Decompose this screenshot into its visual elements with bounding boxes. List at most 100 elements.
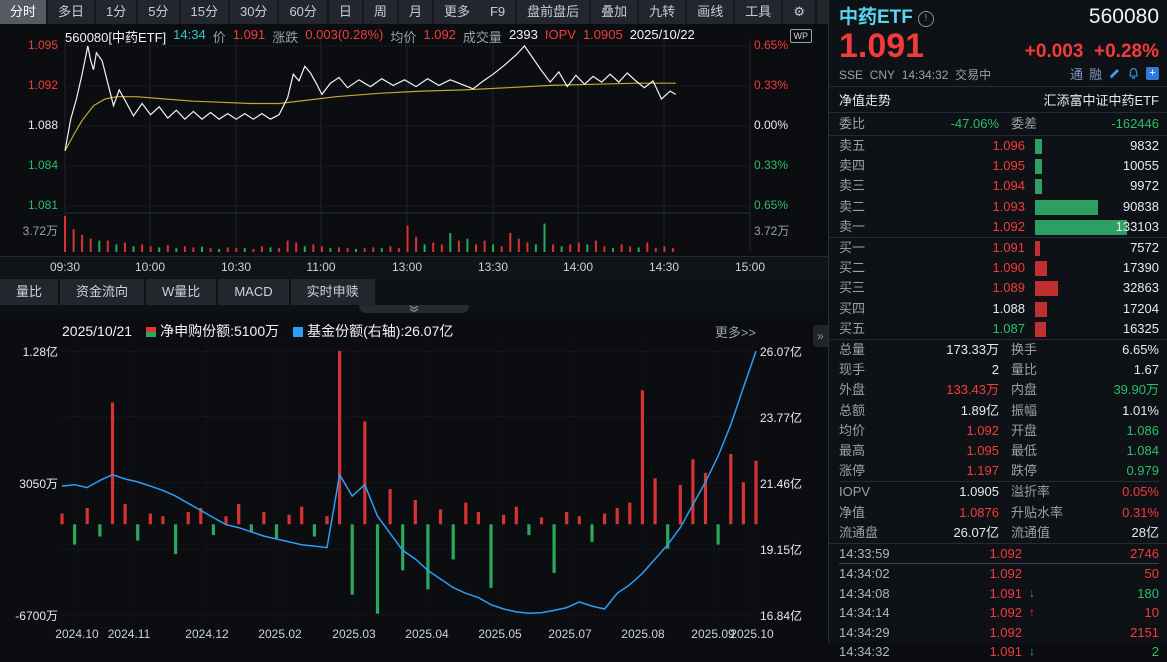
volume-axis-label: 3.72万 <box>754 222 789 239</box>
nav-row[interactable]: 净值走势 汇添富中证中药ETF <box>829 87 1167 113</box>
pencil-icon[interactable] <box>1108 67 1121 80</box>
toolbar-tab-更多[interactable]: 更多 <box>434 0 480 24</box>
commission-ratio-row: 委比 -47.06% 委差 -162446 <box>829 113 1167 136</box>
order-book-row-买三[interactable]: 买三1.08932863 <box>839 278 1159 298</box>
toolbar-item-F9[interactable]: F9 <box>480 0 515 24</box>
toolbar-tab-周[interactable]: 周 <box>364 0 397 24</box>
stat-row-净值: 净值1.0876升贴水率0.31% <box>839 503 1159 523</box>
tab-量比[interactable]: 量比 <box>0 279 58 305</box>
toolbar-tab-60分[interactable]: 60分 <box>279 0 326 24</box>
lower-chart-right-label: 21.46亿 <box>760 475 802 492</box>
lower-chart-right-label: 26.07亿 <box>760 343 802 360</box>
stat-value: 1.0905 <box>895 482 999 502</box>
toolbar-tab-日[interactable]: 日 <box>329 0 362 24</box>
order-book-buys: 买一1.0917572买二1.09017390买三1.08932863买四1.0… <box>829 237 1167 339</box>
stat-label: IOPV <box>839 482 895 502</box>
tab-资金流向[interactable]: 资金流向 <box>60 279 144 305</box>
toolbar-tab-1分[interactable]: 1分 <box>96 0 136 24</box>
tick-row[interactable]: 14:34:291.0922151 <box>839 623 1159 642</box>
month-label: 2025.08 <box>621 627 664 641</box>
info-icon[interactable]: ! <box>918 11 934 27</box>
toolbar-item-九转[interactable]: 九转 <box>639 0 685 24</box>
more-link[interactable]: 更多>> <box>715 322 756 341</box>
settings-gear-icon[interactable]: ⚙ <box>783 0 815 24</box>
tick-price: 1.092 <box>919 623 1022 642</box>
stat-value: 1.67 <box>1075 360 1159 380</box>
tick-time: 14:34:29 <box>839 623 919 642</box>
book-price: 1.090 <box>895 258 1025 278</box>
quote-header: 中药ETF! 560080 1.091 +0.003 +0.28% SSE CN… <box>829 0 1167 87</box>
time-tick-label: 15:00 <box>735 260 765 274</box>
add-icon[interactable]: + <box>1146 67 1159 80</box>
tick-row[interactable]: 14:34:141.092↑10 <box>839 603 1159 622</box>
fund-flow-chart[interactable]: 2025/10/21 净申购份额:5100万 基金份额(右轴):26.07亿 更… <box>0 313 828 643</box>
tab-实时申赎[interactable]: 实时申赎 <box>291 279 375 305</box>
book-level-label: 买一 <box>839 238 895 258</box>
stat-label: 升贴水率 <box>999 503 1075 523</box>
tick-direction-icon <box>1022 623 1042 642</box>
stat-value: 173.33万 <box>895 340 999 360</box>
toolbar-tab-30分[interactable]: 30分 <box>230 0 277 24</box>
change-label: 涨跌 <box>272 27 298 46</box>
order-book-row-买一[interactable]: 买一1.0917572 <box>839 238 1159 258</box>
main-chart-y-label: 1.081 <box>0 198 58 212</box>
tab-MACD[interactable]: MACD <box>218 279 288 305</box>
book-price: 1.096 <box>895 136 1025 156</box>
collapse-handle[interactable] <box>359 305 469 313</box>
book-volume: 90838 <box>1025 197 1159 217</box>
stat-row-总额: 总额1.89亿振幅1.01% <box>839 401 1159 421</box>
margin-badge-rong: 融 <box>1089 64 1102 83</box>
stat-value: 26.07亿 <box>895 523 999 543</box>
stat-label: 振幅 <box>999 401 1075 421</box>
order-book-row-买四[interactable]: 买四1.08817204 <box>839 299 1159 319</box>
time-tick-label: 10:00 <box>135 260 165 274</box>
toolbar-item-盘前盘后[interactable]: 盘前盘后 <box>517 0 589 24</box>
order-book-row-卖四[interactable]: 卖四1.09510055 <box>839 156 1159 176</box>
exchange-status: SSE CNY 14:34:32 交易中 <box>839 66 991 83</box>
indicator-tabs-row: 量比资金流向W量比MACD实时申赎 <box>0 279 828 313</box>
stat-label: 总额 <box>839 401 895 421</box>
order-book-row-卖五[interactable]: 卖五1.0969832 <box>839 136 1159 156</box>
lower-chart-right-label: 23.77亿 <box>760 409 802 426</box>
panel-expand-handle[interactable]: » <box>813 325 828 347</box>
book-volume: 17204 <box>1025 299 1159 319</box>
order-book-row-卖三[interactable]: 卖三1.0949972 <box>839 176 1159 196</box>
order-book-row-买五[interactable]: 买五1.08716325 <box>839 319 1159 339</box>
book-price: 1.087 <box>895 319 1025 339</box>
toolbar-tab-多日[interactable]: 多日 <box>48 0 94 24</box>
book-volume: 17390 <box>1025 258 1159 278</box>
tab-W量比[interactable]: W量比 <box>146 279 216 305</box>
tick-time: 14:34:32 <box>839 642 919 661</box>
month-label: 2025.09 <box>691 627 734 641</box>
tick-price: 1.091 <box>919 584 1022 603</box>
intraday-chart[interactable]: 560080[中药ETF] 14:34 价 1.091 涨跌 0.003(0.2… <box>0 24 828 256</box>
order-book-row-卖二[interactable]: 卖二1.09390838 <box>839 197 1159 217</box>
tick-row[interactable]: 14:34:081.091↓180 <box>839 584 1159 603</box>
order-book-row-买二[interactable]: 买二1.09017390 <box>839 258 1159 278</box>
wp-window-icon[interactable]: WP <box>790 29 813 43</box>
stock-name: 中药ETF! <box>839 2 934 29</box>
main-chart-pct-label: 0.33% <box>754 78 788 92</box>
toolbar-item-工具[interactable]: 工具 <box>735 0 781 24</box>
toolbar-tab-月[interactable]: 月 <box>399 0 432 24</box>
time-tick-label: 14:00 <box>563 260 593 274</box>
stat-label: 流通盘 <box>839 523 895 543</box>
tick-row[interactable]: 14:34:321.091↓2 <box>839 642 1159 661</box>
toolbar-tab-5分[interactable]: 5分 <box>138 0 178 24</box>
weibi-value: -47.06% <box>895 115 999 133</box>
bell-icon[interactable] <box>1127 67 1140 80</box>
fund-full-name: 汇添富中证中药ETF <box>1043 90 1159 109</box>
tick-row[interactable]: 14:34:021.09250 <box>839 564 1159 583</box>
toolbar-item-叠加[interactable]: 叠加 <box>591 0 637 24</box>
toolbar-tab-15分[interactable]: 15分 <box>181 0 228 24</box>
toolbar-tab-分时[interactable]: 分时 <box>0 0 46 24</box>
stat-label: 内盘 <box>999 380 1075 400</box>
order-book-row-卖一[interactable]: 卖一1.092133103 <box>839 217 1159 237</box>
book-level-label: 买四 <box>839 299 895 319</box>
toolbar-tools: F9盘前盘后叠加九转画线工具⚙?› <box>480 0 883 24</box>
month-label: 2025.03 <box>332 627 375 641</box>
toolbar-item-画线[interactable]: 画线 <box>687 0 733 24</box>
tick-row[interactable]: 14:33:591.0922746 <box>839 544 1159 564</box>
tick-price: 1.091 <box>919 642 1022 661</box>
tick-volume: 10 <box>1042 603 1159 622</box>
